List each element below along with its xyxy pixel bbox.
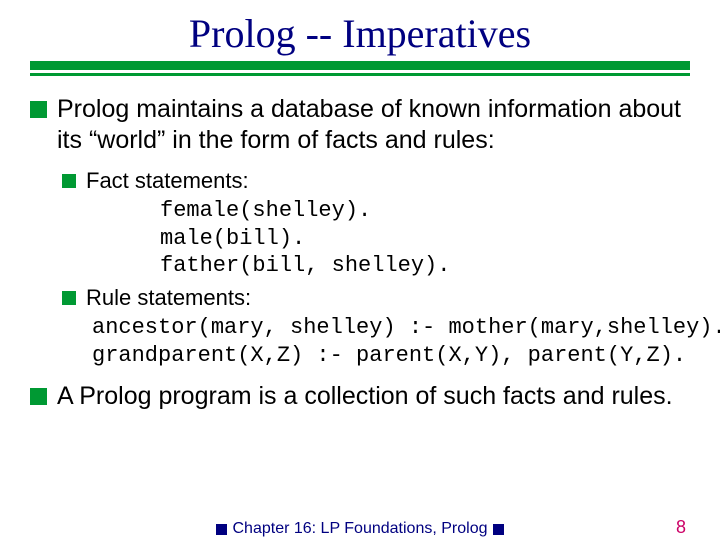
slide-footer: Chapter 16: LP Foundations, Prolog: [0, 520, 720, 538]
bullet-text: Rule statements:: [86, 284, 251, 313]
slide-title: Prolog -- Imperatives: [0, 10, 720, 57]
slide: Prolog -- Imperatives Prolog maintains a…: [0, 10, 720, 540]
code-line: male(bill).: [160, 225, 690, 253]
square-bullet-icon: [493, 524, 504, 535]
slide-body: Prolog maintains a database of known inf…: [0, 94, 720, 412]
code-line: ancestor(mary, shelley) :- mother(mary,s…: [92, 314, 690, 342]
code-line: grandparent(X,Z) :- parent(X,Y), parent(…: [92, 342, 690, 370]
code-line: father(bill, shelley).: [160, 252, 690, 280]
code-line: female(shelley).: [160, 197, 690, 225]
footer-text: Chapter 16: LP Foundations, Prolog: [233, 520, 488, 538]
square-bullet-icon: [30, 101, 47, 118]
square-bullet-icon: [30, 388, 47, 405]
bullet-text: Fact statements:: [86, 167, 249, 196]
footer-center: Chapter 16: LP Foundations, Prolog: [210, 520, 511, 538]
page-number: 8: [676, 517, 686, 538]
underline-thick: [30, 61, 690, 70]
bullet-text: A Prolog program is a collection of such…: [57, 381, 673, 412]
square-bullet-icon: [216, 524, 227, 535]
bullet-level2: Rule statements:: [62, 284, 690, 313]
bullet-level1: Prolog maintains a database of known inf…: [30, 94, 690, 157]
square-bullet-icon: [62, 291, 76, 305]
title-underline: [30, 61, 690, 76]
underline-thin: [30, 73, 690, 76]
square-bullet-icon: [62, 174, 76, 188]
bullet-text: Prolog maintains a database of known inf…: [57, 94, 690, 157]
bullet-level2: Fact statements:: [62, 167, 690, 196]
bullet-level1: A Prolog program is a collection of such…: [30, 381, 690, 412]
